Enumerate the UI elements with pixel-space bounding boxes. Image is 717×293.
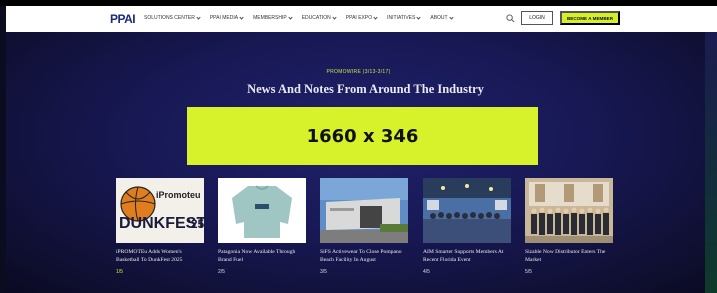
card-title[interactable]: Sizable Now Distributor Enters The Marke… <box>525 249 615 265</box>
section-eyebrow: PROMOWIRE (3/13-3/17) <box>326 69 391 75</box>
card-title[interactable]: iPROMOTEu Adds Women's Basketball To Dun… <box>116 249 206 265</box>
card-index: 1/5 <box>116 269 123 275</box>
chevron-down-icon <box>373 14 378 20</box>
main-menu: SOLUTIONS CENTER PPAI MEDIA MEMBERSHIP E… <box>144 14 454 21</box>
card-index: 4/5 <box>423 269 430 275</box>
chevron-down-icon <box>288 14 293 20</box>
chevron-down-icon <box>416 14 421 20</box>
menu-label: SOLUTIONS CENTER <box>144 15 195 21</box>
group-photo-image <box>525 178 613 243</box>
become-member-button[interactable]: BECOME A MEMBER <box>560 11 620 25</box>
card-title[interactable]: AIM Smarter Supports Members At Recent F… <box>423 249 513 265</box>
chevron-down-icon <box>332 14 337 20</box>
menu-label: PPAI EXPO <box>345 15 373 21</box>
dunkfest-logo-image: iPromoteu DUNKFEST '25 <box>116 178 204 243</box>
menu-education[interactable]: EDUCATION <box>301 14 337 21</box>
card-index: 3/5 <box>320 269 327 275</box>
menu-membership[interactable]: MEMBERSHIP <box>253 14 293 21</box>
site-header: PPAI SOLUTIONS CENTER PPAI MEDIA MEMBERS… <box>6 6 717 32</box>
menu-label: PPAI MEDIA <box>209 15 239 21</box>
ppai-logo[interactable]: PPAI <box>110 12 136 26</box>
news-card[interactable]: iPromoteu DUNKFEST '25 iPROMOTEu Adds Wo… <box>116 178 206 275</box>
logo-text: iPromoteu <box>156 190 201 200</box>
chevron-down-icon <box>448 14 454 20</box>
menu-label: ABOUT <box>430 15 448 21</box>
card-index: 2/5 <box>218 269 225 275</box>
menu-label: EDUCATION <box>301 15 331 21</box>
menu-about[interactable]: ABOUT <box>430 14 454 21</box>
ad-size-label: 1660 x 346 <box>306 125 419 147</box>
search-icon[interactable] <box>506 14 515 23</box>
card-index: 5/5 <box>525 269 532 275</box>
logo-text: '25 <box>188 217 204 231</box>
building-image <box>320 178 408 243</box>
chevron-down-icon <box>196 14 201 20</box>
news-card[interactable]: Sizable Now Distributor Enters The Marke… <box>525 178 615 275</box>
menu-ppai-media[interactable]: PPAI MEDIA <box>209 14 244 21</box>
sweater-image <box>218 178 306 243</box>
event-image <box>423 178 511 243</box>
section-headline: News And Notes From Around The Industry <box>247 82 484 96</box>
menu-initiatives[interactable]: INITIATIVES <box>387 14 421 21</box>
login-button[interactable]: LOGIN <box>521 11 553 25</box>
news-card[interactable]: Patagonia Now Available Through Brand Fu… <box>218 178 308 275</box>
menu-ppai-expo[interactable]: PPAI EXPO <box>345 14 378 21</box>
ad-banner[interactable]: 1660 x 346 <box>187 107 538 165</box>
card-title[interactable]: SiFS Activewear To Close Pompano Beach F… <box>320 249 410 265</box>
news-card[interactable]: SiFS Activewear To Close Pompano Beach F… <box>320 178 410 275</box>
menu-label: MEMBERSHIP <box>253 15 287 21</box>
news-card[interactable]: AIM Smarter Supports Members At Recent F… <box>423 178 513 275</box>
menu-solutions-center[interactable]: SOLUTIONS CENTER <box>144 14 201 21</box>
chevron-down-icon <box>239 14 244 20</box>
card-title[interactable]: Patagonia Now Available Through Brand Fu… <box>218 249 308 265</box>
menu-label: INITIATIVES <box>387 15 416 21</box>
